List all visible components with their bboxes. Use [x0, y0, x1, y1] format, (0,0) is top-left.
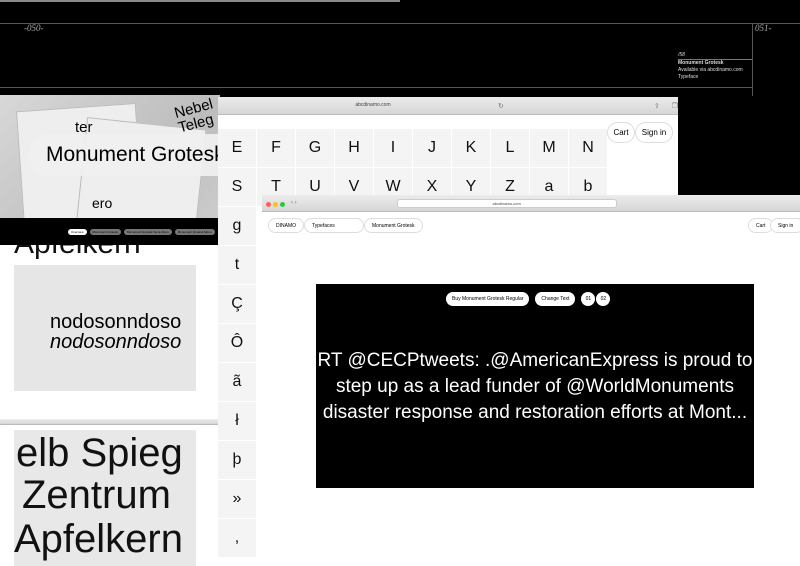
top-strip	[0, 0, 400, 2]
glyph-cell[interactable]: þ	[218, 441, 256, 479]
browser-toolbar	[0, 419, 218, 425]
style-tabs: Overview Monument Grotesk Monument Grote…	[0, 218, 220, 245]
glyph-cell[interactable]: Ô	[218, 324, 256, 362]
cart-button[interactable]: Cart	[607, 122, 635, 143]
reload-icon[interactable]: ↻	[498, 102, 504, 110]
caption-block: /58 Monument Grotesk Available via abcdi…	[678, 52, 752, 81]
specimen-line: Zentrum	[22, 473, 171, 517]
glyph-cell[interactable]: I	[374, 129, 412, 167]
glyph-cell[interactable]: K	[452, 129, 490, 167]
glyph-cell[interactable]: ã	[218, 363, 256, 401]
specimen-screenshot: elb Spieg Zentrum Apfelkern	[0, 395, 218, 566]
site-nav: DINAMO Typefaces Monument Grotesk	[268, 218, 423, 233]
tester-text[interactable]: RT @CECPtweets: .@AmericanExpress is pro…	[316, 348, 754, 426]
specimen-image: elb Spieg Zentrum Apfelkern	[14, 430, 196, 566]
glyph-cell[interactable]: M	[530, 129, 568, 167]
page-number-right: 051-	[755, 23, 772, 33]
style-tab[interactable]: Overview	[68, 228, 87, 235]
caption-number: /58	[678, 52, 752, 60]
address-bar[interactable]: abcdinamo.com	[278, 100, 468, 111]
divider	[0, 87, 752, 88]
photo-word: ero	[92, 195, 113, 211]
window-controls[interactable]	[266, 194, 287, 212]
buy-button[interactable]: Buy Monument Grotesk Regular	[446, 292, 530, 306]
tabs-icon[interactable]: ❐	[672, 102, 678, 110]
glyph-cell[interactable]: t	[218, 246, 256, 284]
glyph-cell[interactable]: S	[218, 168, 256, 206]
browser-toolbar: abcdinamo.com ↻ ⇧ ❐	[218, 97, 678, 115]
sign-in-button[interactable]: Sign in	[635, 122, 673, 143]
glyph-cell[interactable]: F	[257, 129, 295, 167]
sketch-screenshot: Apfelkern nodosonndoso nodosonndoso	[0, 245, 218, 395]
divider	[752, 23, 753, 96]
browser-toolbar: ‹ › abcdinamo.com	[262, 195, 800, 212]
glyph-cell[interactable]: L	[491, 129, 529, 167]
style-tab[interactable]: Monument Grotesk Mono	[174, 228, 215, 235]
back-forward-icon[interactable]: ‹ ›	[291, 200, 297, 206]
specimen-text: nodosonndoso	[50, 331, 182, 353]
hero-title-pill: Monument Grotesk	[28, 134, 248, 176]
caption-title: Monument Grotesk	[678, 60, 724, 66]
caption-availability: Available via abcdinamo.com	[678, 67, 743, 73]
address-bar[interactable]: abcdinamo.com	[396, 198, 617, 208]
tester-controls: Buy Monument Grotesk Regular Change Text…	[446, 292, 611, 306]
specimen-line: elb Spieg	[16, 431, 183, 475]
glyph-cell[interactable]: ł	[218, 402, 256, 440]
glyph-cell[interactable]: »	[218, 480, 256, 518]
nav-typefaces[interactable]: Typefaces	[304, 218, 364, 233]
photo-word: Nebel Teleg	[172, 95, 216, 137]
page-number-left: -050-	[24, 23, 44, 33]
glyph-cell[interactable]: J	[413, 129, 451, 167]
caption-category: Typeface	[678, 74, 699, 80]
specimen-text: Apfelkern	[14, 245, 141, 265]
type-tester: Buy Monument Grotesk Regular Change Text…	[316, 284, 754, 488]
sign-in-button[interactable]: Sign in	[770, 218, 800, 233]
glyph-cell[interactable]: N	[569, 129, 607, 167]
change-text-button[interactable]: Change Text	[535, 292, 576, 306]
nav-dinamo[interactable]: DINAMO	[268, 218, 304, 233]
glyph-cell[interactable]: H	[335, 129, 373, 167]
nav-monument-grotesk[interactable]: Monument Grotesk	[364, 218, 423, 233]
divider	[0, 23, 800, 24]
glyph-cell[interactable]: Ç	[218, 285, 256, 323]
style-tab[interactable]: Monument Grotesk Semi-Mono	[124, 228, 172, 235]
glyph-cell[interactable]: G	[296, 129, 334, 167]
page-button[interactable]: 01	[581, 292, 596, 306]
glyph-cell[interactable]: E	[218, 129, 256, 167]
page-button[interactable]: 02	[596, 292, 611, 306]
style-tab[interactable]: Monument Grotesk	[89, 228, 122, 235]
share-icon[interactable]: ⇧	[654, 102, 660, 110]
glyph-cell[interactable]: g	[218, 207, 256, 245]
glyph-cell[interactable]: ,	[218, 519, 256, 557]
specimen-line: Apfelkern	[14, 517, 183, 561]
